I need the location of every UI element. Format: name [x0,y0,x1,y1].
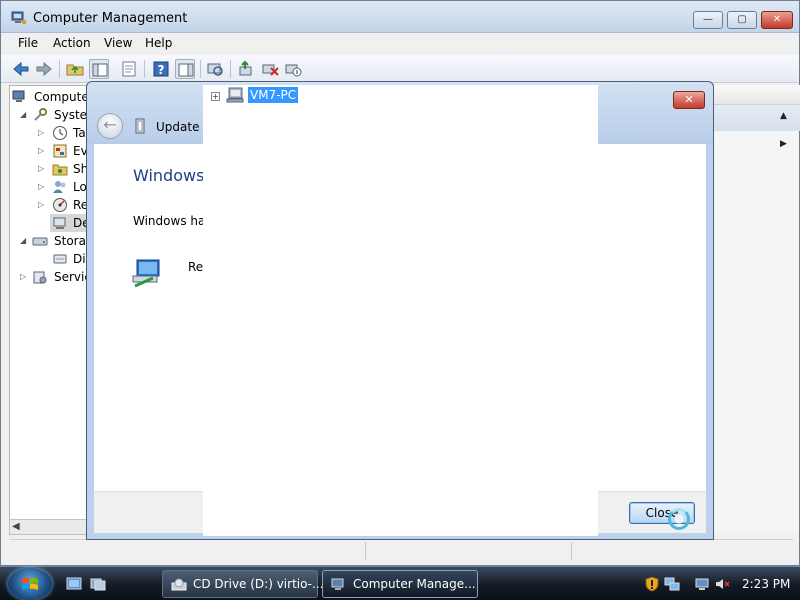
start-button[interactable] [8,568,52,600]
expand-arrow-icon[interactable]: ▷ [38,182,47,191]
status-divider [571,542,572,560]
computer-management-icon [331,578,344,590]
expand-arrow-icon[interactable]: ▷ [20,272,29,281]
taskbar-button-cd-drive[interactable]: CD Drive (D:) virtio-... [162,570,323,598]
status-bar [9,539,793,561]
shared-folder-icon [52,164,68,176]
network-adapter-icon [132,259,160,288]
windows-logo-icon [22,577,38,590]
device-tree-panel: + VM7-PC [203,85,598,536]
console-tree: Computer ◢ System ▷ Ta ▷ Eve ▷ Sha ▷ Loc [9,85,89,533]
dialog-close-button[interactable]: ✕ [673,91,705,109]
clock-icon [53,126,67,140]
toolbar-separator [144,60,145,78]
scroll-left-icon[interactable]: ◀ [12,521,20,532]
back-arrow-icon[interactable] [11,59,31,79]
expand-arrow-icon[interactable]: ▷ [38,146,47,155]
reliability-icon [53,198,67,212]
submenu-arrow-icon[interactable]: ▶ [780,139,787,149]
device-icon [135,118,145,134]
computer-management-icon [11,11,27,25]
dialog-title: Update D [156,120,204,134]
maximize-button[interactable]: ▢ [727,11,757,29]
menu-help[interactable]: Help [145,36,172,50]
busy-cursor-icon [668,508,690,530]
cd-drive-icon [171,578,187,591]
expand-arrow-icon[interactable]: ▷ [38,128,47,137]
expand-arrow-icon[interactable]: ▷ [38,200,47,209]
menu-bar: File Action View Help [1,33,799,55]
toolbar-separator [200,60,201,78]
collapse-arrow-icon[interactable]: ◢ [20,236,29,245]
expand-arrow-icon[interactable]: ▷ [38,164,47,173]
properties-icon[interactable] [119,59,139,79]
collapse-arrow-icon[interactable]: ◢ [20,110,29,119]
update-driver-icon[interactable] [236,59,256,79]
services-icon [33,271,47,284]
actions-header [714,85,800,105]
expand-plus-icon[interactable]: + [211,92,220,101]
network-icon[interactable] [664,576,680,592]
toolbar-separator [59,60,60,78]
disable-device-icon[interactable] [283,59,303,79]
horizontal-scrollbar[interactable]: ◀ [9,519,89,535]
back-button[interactable]: ← [97,113,123,139]
display-icon[interactable] [694,576,710,592]
status-divider [365,542,366,560]
collapse-triangle-icon[interactable]: ▲ [780,111,787,121]
scan-hardware-icon[interactable] [205,59,225,79]
toolbar: ? [1,55,799,83]
dialog-message: Windows has [133,214,212,228]
taskbar-button-computer-management[interactable]: Computer Manage... [322,570,478,598]
show-desktop-icon[interactable] [66,576,82,592]
clock[interactable]: 2:23 PM [742,577,790,591]
toolbar-separator [230,60,231,78]
storage-icon [32,237,48,246]
device-manager-icon [53,217,66,229]
forward-arrow-icon[interactable] [34,59,54,79]
actions-section-header[interactable]: ▲ [714,105,800,131]
show-action-pane-icon[interactable] [175,59,195,79]
show-console-tree-icon[interactable] [89,59,109,79]
actions-pane: ▲ ▶ [713,85,800,533]
up-folder-icon[interactable] [65,59,85,79]
disk-icon [53,254,67,264]
dialog-heading: Windows I [133,166,213,185]
minimize-button[interactable]: — [693,11,723,29]
window-title: Computer Management [33,11,188,26]
tree-item-device-manager[interactable]: De [50,214,88,232]
event-viewer-icon [53,144,67,158]
menu-view[interactable]: View [104,36,132,50]
system-tools-icon [34,108,47,121]
svg-text:?: ? [158,63,165,77]
computer-icon [226,87,244,103]
computer-management-icon [12,90,25,102]
uninstall-device-icon[interactable] [260,59,280,79]
security-shield-icon[interactable] [644,576,660,592]
menu-action[interactable]: Action [53,36,91,50]
title-bar[interactable]: Computer Management — ▢ ✕ [1,1,799,33]
volume-muted-icon[interactable] [714,576,730,592]
back-arrow-icon: ← [103,115,117,134]
computer-node-label[interactable]: VM7-PC [248,87,299,103]
users-icon [53,181,66,193]
taskbar: CD Drive (D:) virtio-... Computer Manage… [0,566,800,600]
switch-windows-icon[interactable] [90,576,106,592]
help-icon[interactable]: ? [151,59,171,79]
menu-file[interactable]: File [18,36,38,50]
close-window-button[interactable]: ✕ [761,11,793,29]
